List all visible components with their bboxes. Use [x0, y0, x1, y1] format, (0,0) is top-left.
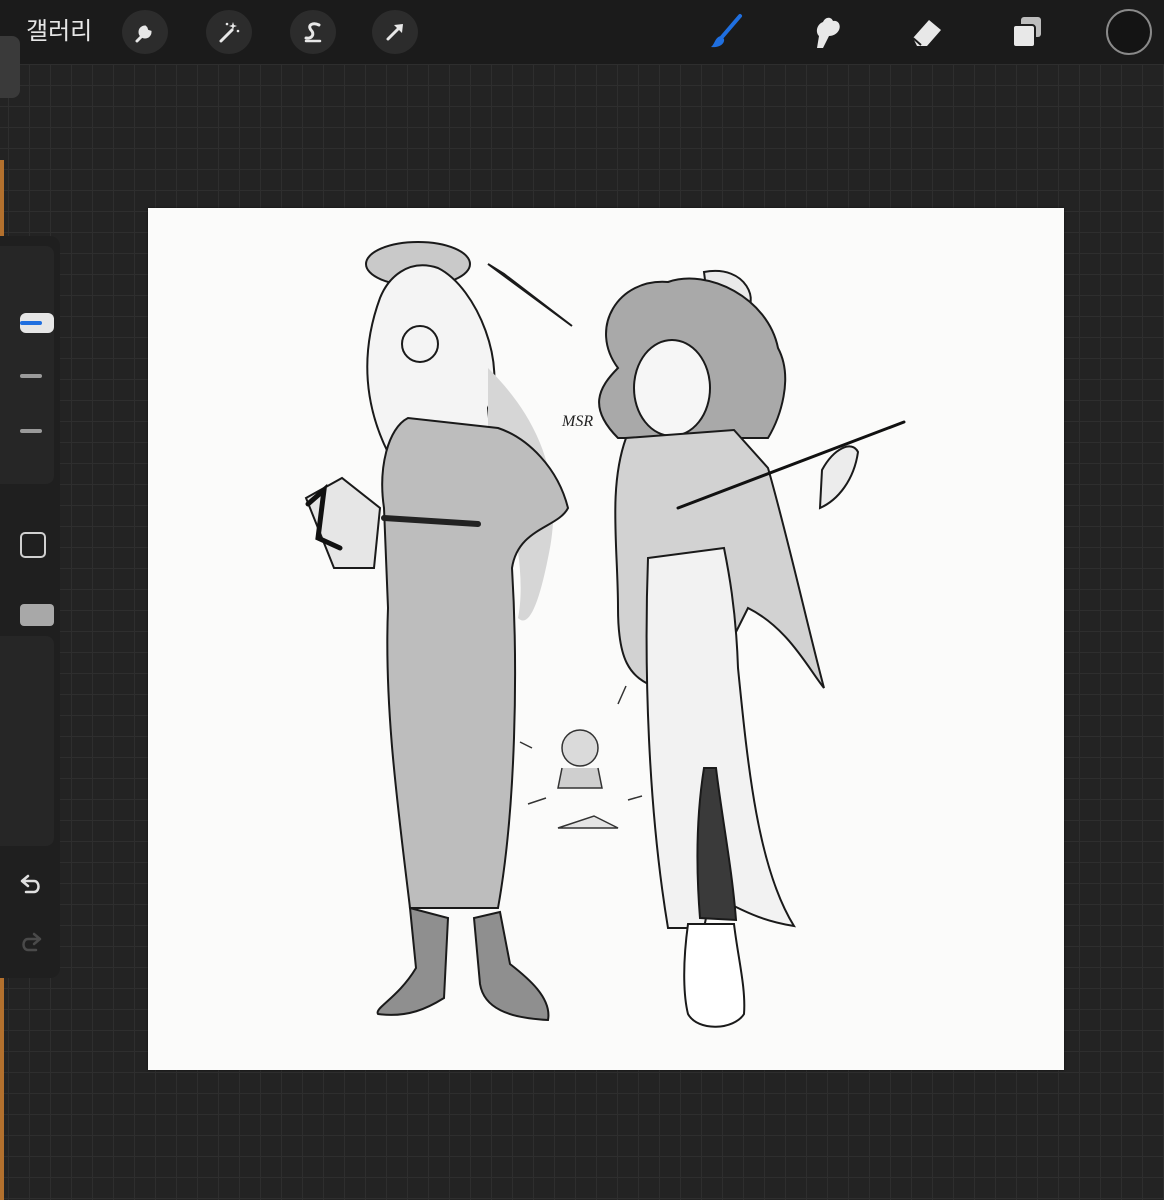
- chibi-figure: [519, 685, 643, 829]
- gallery-button[interactable]: 갤러리: [26, 14, 92, 48]
- brush-button[interactable]: [704, 10, 750, 54]
- layers-button[interactable]: [1004, 10, 1050, 54]
- wrench-icon: [132, 19, 158, 45]
- opacity-slider[interactable]: [0, 636, 54, 846]
- brush-icon: [707, 12, 747, 52]
- artwork: MSR: [304, 241, 906, 1028]
- redo-button[interactable]: [18, 930, 44, 956]
- brush-size-tick: [20, 429, 42, 433]
- smudge-icon: [807, 12, 847, 52]
- selection-button[interactable]: [290, 10, 336, 54]
- smudge-button[interactable]: [804, 10, 850, 54]
- brush-size-tick: [20, 374, 42, 378]
- layers-icon: [1007, 12, 1047, 52]
- left-figure: [304, 241, 573, 1022]
- color-picker-swatch[interactable]: [1106, 9, 1152, 55]
- magic-wand-icon: [216, 19, 242, 45]
- right-figure: [598, 269, 906, 1028]
- undo-button[interactable]: [18, 872, 44, 898]
- transform-button[interactable]: [372, 10, 418, 54]
- left-sidebar: [0, 236, 60, 978]
- modify-square-icon[interactable]: [20, 532, 46, 558]
- brush-size-indicator: [20, 321, 42, 325]
- brush-size-slider[interactable]: [0, 246, 54, 484]
- eraser-button[interactable]: [904, 10, 950, 54]
- actions-button[interactable]: [122, 10, 168, 54]
- selection-s-icon: [300, 19, 326, 45]
- redo-icon: [18, 930, 44, 956]
- transform-arrow-icon: [382, 19, 408, 45]
- undo-icon: [18, 872, 44, 898]
- adjustments-button[interactable]: [206, 10, 252, 54]
- brush-size-handle[interactable]: [20, 313, 54, 333]
- eyedropper-square-icon[interactable]: [20, 604, 54, 626]
- drawing-canvas[interactable]: MSR: [148, 208, 1064, 1070]
- eraser-icon: [907, 12, 947, 52]
- top-toolbar: 갤러리: [0, 0, 1164, 64]
- signature-text: MSR: [561, 413, 593, 430]
- sidebar-collapse-tab[interactable]: [0, 36, 20, 98]
